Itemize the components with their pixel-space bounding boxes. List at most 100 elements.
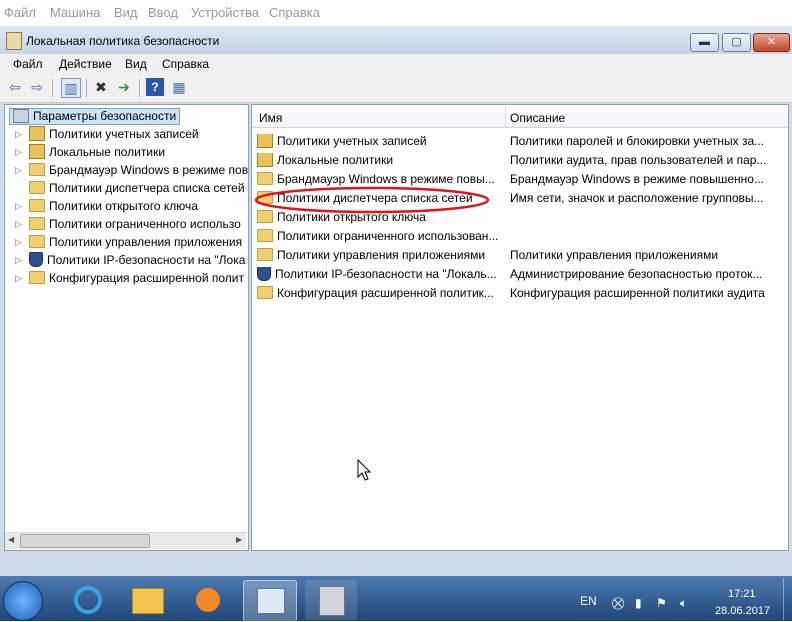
taskbar (0, 576, 792, 621)
vm-menu-view[interactable]: Вид (114, 5, 138, 20)
list-item-name: Брандмауэр Windows в режиме повы... (277, 172, 495, 186)
tree-item-label: Политики ограниченного использо (49, 217, 241, 231)
volume-icon[interactable]: 🔈︎ (680, 596, 687, 611)
media-player-icon (196, 588, 220, 612)
tree-item[interactable]: ▷ Политики управления приложения (15, 235, 242, 253)
taskbar-media-player-button[interactable] (182, 580, 234, 620)
vm-menu-help[interactable]: Справка (269, 5, 320, 20)
vm-menu-devices[interactable]: Устройства (191, 5, 259, 20)
menu-help[interactable]: Справка (162, 57, 209, 71)
tree-root-label: Параметры безопасности (33, 109, 177, 123)
expand-arrow-icon[interactable]: ▷ (15, 273, 22, 284)
help-icon[interactable]: ? (146, 78, 164, 96)
network-error-icon[interactable]: ⛒ (612, 596, 624, 611)
show-hide-tree-icon[interactable]: ▥ (61, 78, 81, 98)
folder-icon (257, 172, 273, 186)
scroll-left-icon[interactable]: ◀ (8, 535, 14, 544)
status-bar (0, 551, 792, 576)
tree-item[interactable]: Политики диспетчера списка сетей (29, 181, 245, 199)
start-button[interactable] (3, 581, 43, 621)
expand-arrow-icon[interactable]: ▷ (15, 165, 22, 176)
tree-item[interactable]: ▷ Конфигурация расширенной полит (15, 271, 244, 289)
scroll-right-icon[interactable]: ▶ (236, 535, 242, 544)
list-item[interactable]: Конфигурация расширенной политик... (257, 286, 502, 300)
expand-arrow-icon[interactable]: ▷ (15, 255, 22, 266)
export-list-icon[interactable]: ➔ (115, 78, 133, 96)
maximize-button[interactable]: ▢ (722, 33, 751, 52)
internet-explorer-icon (74, 586, 102, 614)
ipsec-icon (257, 267, 271, 282)
scrollbar-thumb[interactable] (20, 534, 150, 548)
tree-item[interactable]: ▷ Политики ограниченного использо (15, 217, 241, 235)
folder-lock-icon (257, 153, 273, 168)
taskbar-mmc-button[interactable] (243, 580, 297, 622)
vm-menu-file[interactable]: Файл (4, 5, 36, 20)
expand-arrow-icon[interactable]: ▷ (15, 129, 22, 140)
close-button[interactable]: ✕ (753, 33, 790, 52)
list-item[interactable]: Политики учетных записей (257, 134, 502, 149)
clock-date[interactable]: 28.06.2017 (715, 605, 770, 617)
menu-view[interactable]: Вид (125, 57, 147, 71)
menu-action[interactable]: Действие (59, 57, 112, 71)
folder-lock-icon (29, 126, 45, 142)
folder-icon (257, 248, 273, 262)
column-description[interactable]: Описание (510, 111, 565, 125)
window-title: Локальная политика безопасности (26, 34, 220, 48)
security-policy-icon (319, 586, 345, 616)
column-header: Имя Описание (252, 105, 788, 128)
folder-lock-icon (257, 134, 273, 149)
back-icon[interactable]: ⇦ (6, 78, 24, 96)
folder-icon (29, 163, 45, 177)
vm-menu-input[interactable]: Ввод (148, 5, 178, 20)
highlight-ellipse-shape (254, 186, 490, 214)
show-desktop-button[interactable] (783, 578, 792, 621)
tree-item[interactable]: ▷ Локальные политики (15, 144, 165, 163)
highlight-ellipse (254, 186, 490, 214)
list-item-description: Политики аудита, прав пользователей и па… (510, 153, 767, 167)
action-center-icon[interactable]: ⚑ (656, 596, 667, 610)
tree-item-label: Политики IP-безопасности на "Лока (47, 253, 246, 267)
tree-item[interactable]: ▷ Политики IP-безопасности на "Лока (15, 252, 246, 271)
list-item[interactable]: Политики управления приложениями (257, 248, 502, 262)
expand-arrow-icon[interactable]: ▷ (15, 147, 22, 158)
delete-icon[interactable]: ✖ (92, 78, 110, 96)
column-name[interactable]: Имя (259, 111, 282, 125)
folder-icon (29, 235, 45, 249)
tree-root[interactable]: Параметры безопасности (9, 108, 181, 125)
tree-item[interactable]: ▷ Политики открытого ключа (15, 199, 198, 217)
column-divider[interactable] (505, 105, 506, 127)
app-icon (6, 32, 22, 50)
language-indicator[interactable]: EN (580, 594, 597, 608)
list-item[interactable]: Политики IP-безопасности на "Локаль... (257, 267, 502, 282)
expand-arrow-icon[interactable]: ▷ (15, 219, 22, 230)
folder-icon (29, 271, 45, 285)
tree-item[interactable]: ▷ Политики учетных записей (15, 126, 199, 145)
mmc-icon (257, 588, 285, 614)
list-item[interactable]: Локальные политики (257, 153, 502, 168)
menu-file[interactable]: Файл (13, 57, 43, 71)
list-item-description: Имя сети, значок и расположение групповы… (510, 191, 764, 205)
expand-arrow-icon[interactable]: ▷ (15, 201, 22, 212)
tree-item[interactable]: ▷ Брандмауэр Windows в режиме пов (15, 163, 248, 181)
list-item-description: Конфигурация расширенной политики аудита (510, 286, 765, 300)
list-item-name: Политики управления приложениями (277, 248, 486, 262)
windows-explorer-icon (132, 588, 164, 614)
taskbar-explorer-button[interactable] (122, 580, 174, 620)
folder-icon (29, 181, 45, 195)
list-item[interactable]: Политики ограниченного использован... (257, 229, 502, 243)
clock-time[interactable]: 17:21 (728, 588, 756, 600)
taskbar-security-policy-button[interactable] (305, 580, 357, 620)
taskbar-ie-button[interactable] (62, 580, 114, 620)
power-icon[interactable]: ▮ (635, 596, 642, 610)
minimize-button[interactable]: ▬ (690, 33, 719, 52)
menu-bar: Файл Действие Вид Справка (0, 54, 792, 74)
vm-menu-bar: Файл Машина Вид Ввод Устройства Справка (0, 0, 792, 26)
folder-icon (29, 217, 45, 231)
list-item-name: Конфигурация расширенной политик... (277, 286, 494, 300)
list-item-name: Локальные политики (277, 153, 394, 167)
tree-pane: Параметры безопасности ▷ Политики учетных… (4, 104, 249, 551)
forward-icon[interactable]: ⇨ (28, 78, 46, 96)
expand-arrow-icon[interactable]: ▷ (15, 237, 22, 248)
vm-menu-machine[interactable]: Машина (50, 5, 100, 20)
properties-icon[interactable]: ▦ (170, 78, 188, 96)
